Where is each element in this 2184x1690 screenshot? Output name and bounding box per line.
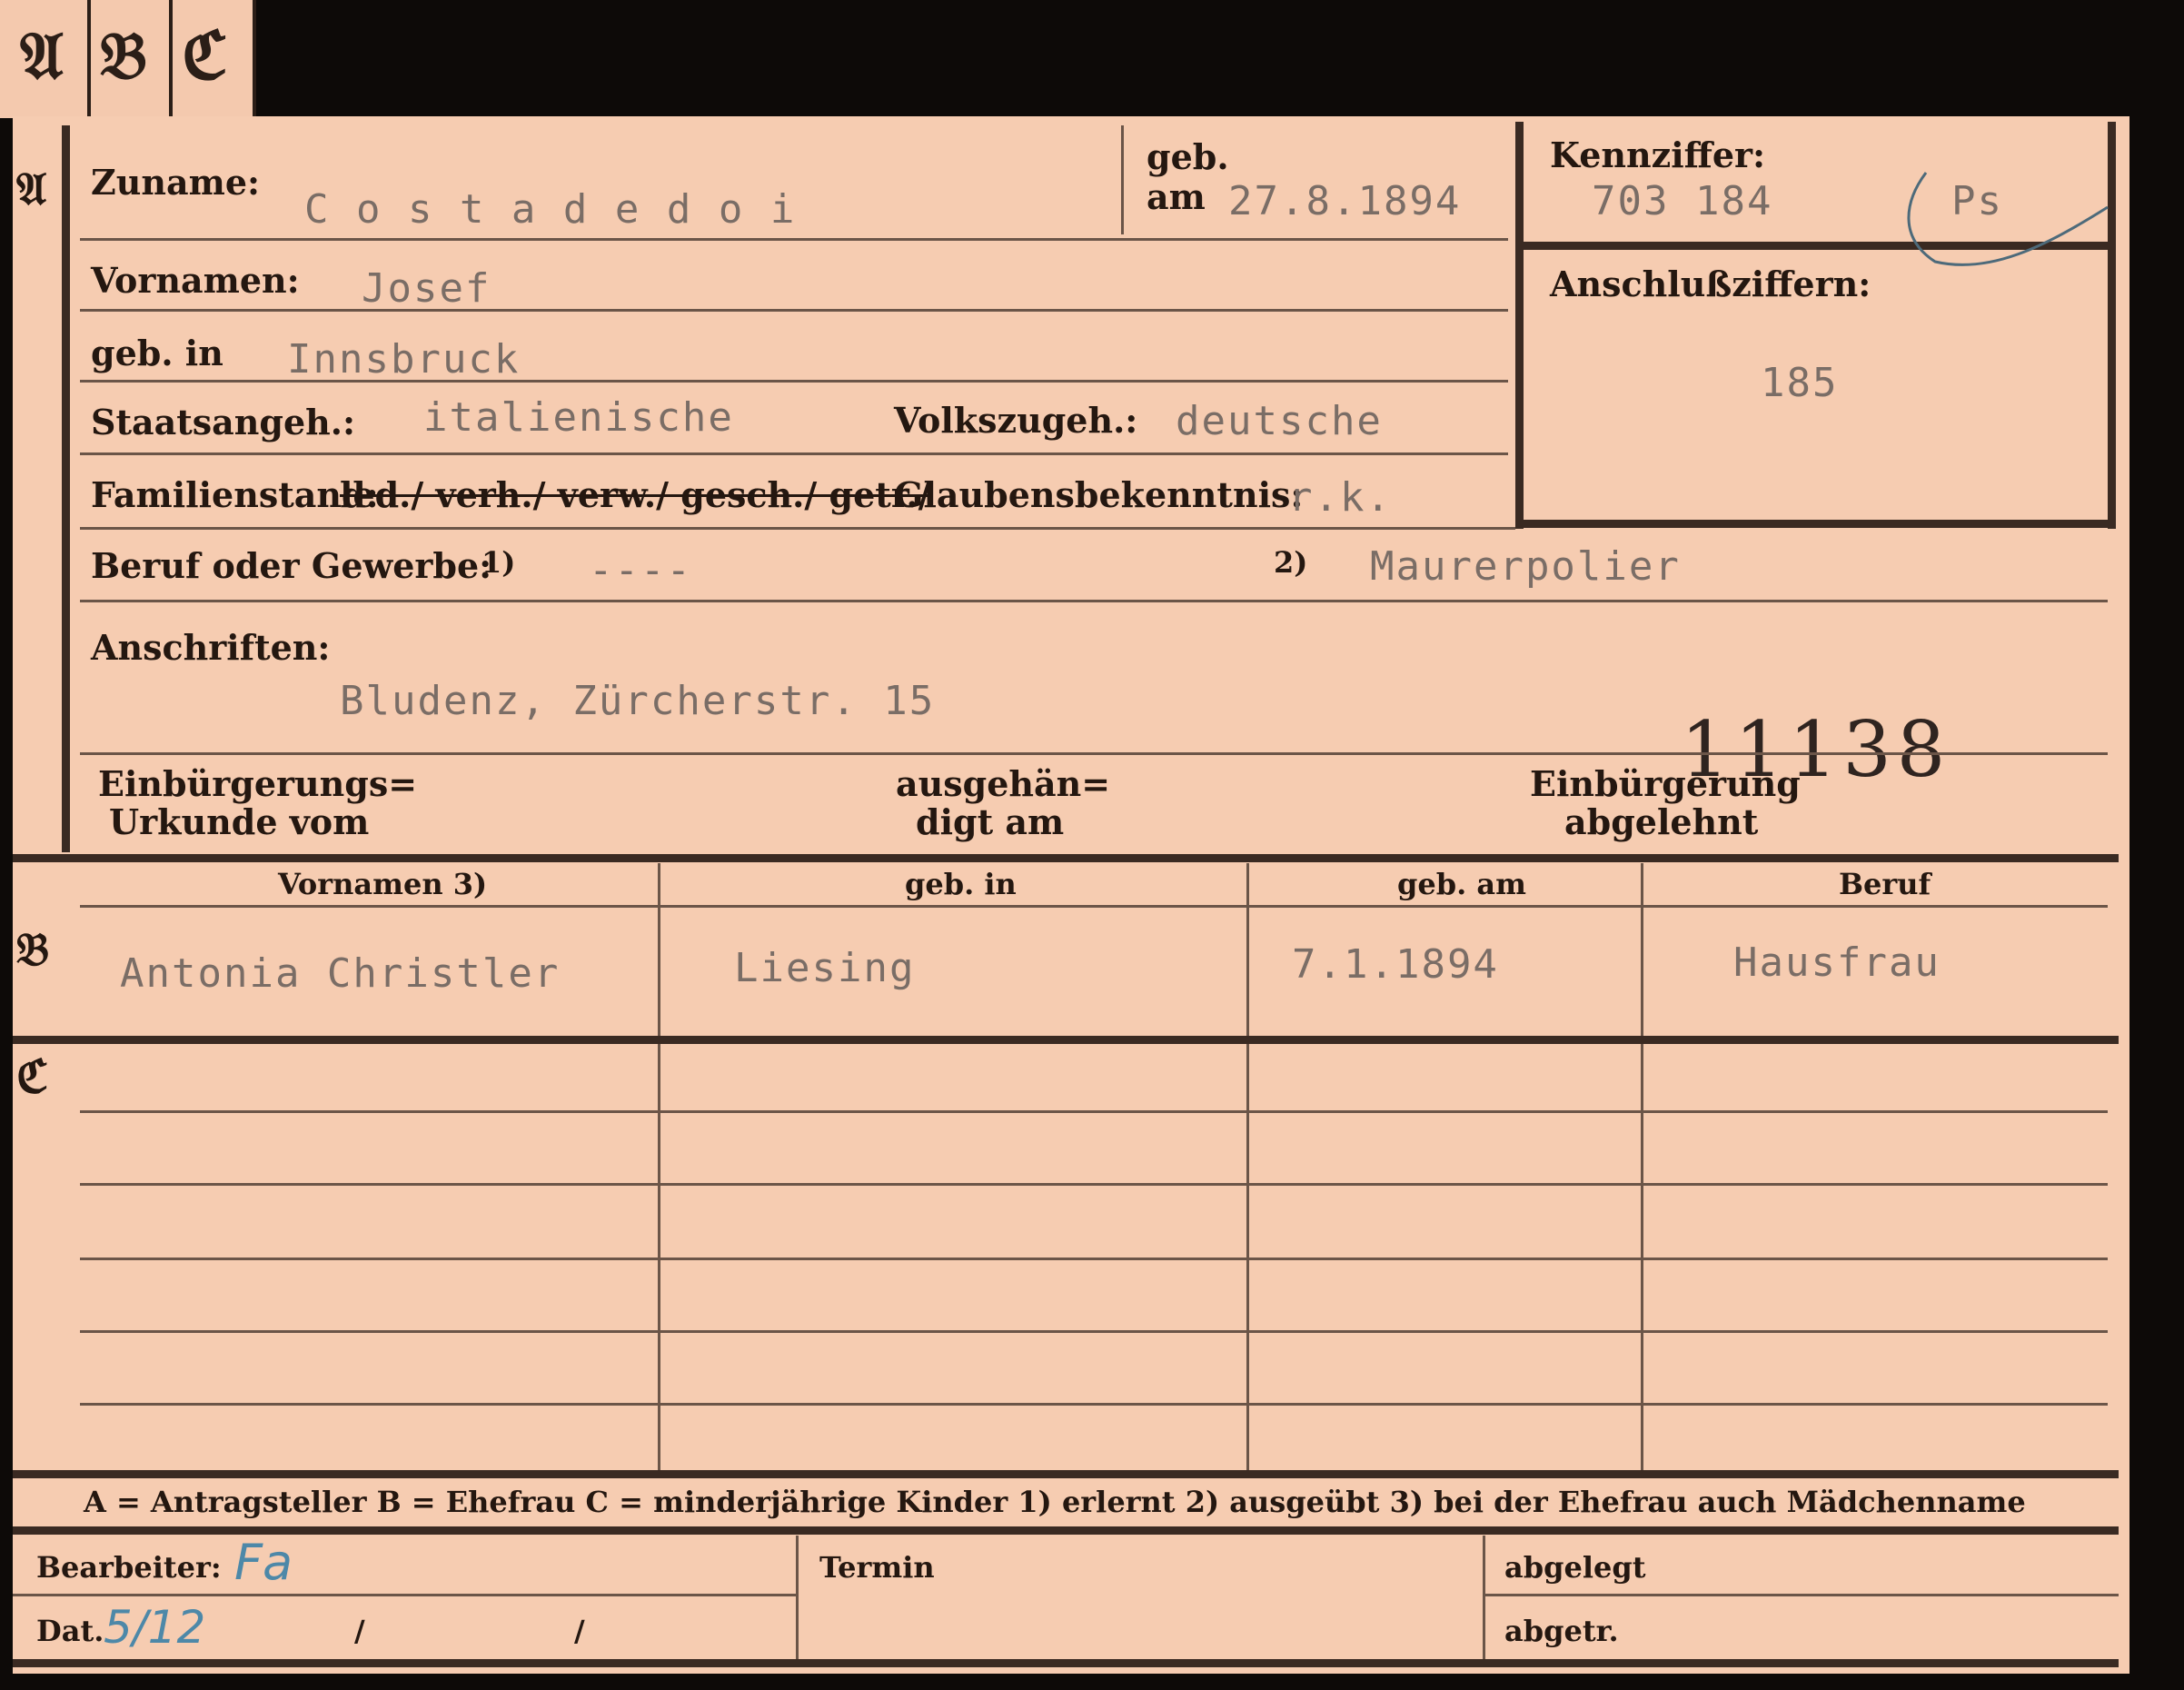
bearbeiter-value: Fa bbox=[234, 1534, 293, 1591]
footer-line bbox=[1483, 1594, 2119, 1596]
anschluss-value: 185 bbox=[1761, 360, 1839, 406]
gebin-value: Innsbruck bbox=[287, 336, 521, 383]
abc-tab-strip: 𝔄 𝔅 ℭ bbox=[0, 0, 256, 118]
section-c-letter: ℭ bbox=[16, 1049, 49, 1103]
dat-slash: / bbox=[574, 1614, 585, 1648]
spouse-beruf: Hausfrau bbox=[1733, 939, 1941, 986]
row-line bbox=[80, 238, 1508, 241]
kennziffer-value: 703 184 bbox=[1592, 178, 1773, 224]
staats-value: italienische bbox=[423, 394, 734, 441]
surname-value: C o s t a d e d o i bbox=[304, 186, 797, 233]
row-line bbox=[80, 527, 1515, 530]
col-header-vornamen: Vornamen 3) bbox=[278, 867, 488, 901]
card-bottom-border bbox=[13, 1659, 2119, 1667]
hand-stroke bbox=[1907, 172, 2109, 266]
abgelegt-label: abgelegt bbox=[1504, 1550, 1646, 1585]
volks-value: deutsche bbox=[1176, 398, 1383, 444]
column-divider bbox=[1641, 863, 1643, 1470]
anschluss-label: Anschlußziffern: bbox=[1550, 263, 1871, 304]
tab-divider bbox=[169, 0, 173, 118]
section-a-letter: 𝔄 bbox=[16, 162, 47, 215]
row-line bbox=[80, 452, 1508, 455]
row-line bbox=[80, 380, 1508, 383]
kennziffer-box-bottom bbox=[1515, 520, 2115, 528]
geb-divider bbox=[1121, 125, 1124, 234]
termin-label: Termin bbox=[819, 1550, 935, 1585]
legend-bottom-border bbox=[13, 1526, 2119, 1535]
tab-letter-c: ℭ bbox=[182, 16, 228, 94]
section-divider-bc bbox=[13, 1036, 2119, 1044]
beruf-value1: ---- bbox=[589, 547, 692, 593]
glaubens-value: r.k. bbox=[1288, 474, 1392, 521]
dat-slash: / bbox=[354, 1614, 365, 1648]
footer-divider bbox=[796, 1536, 799, 1659]
ausgeh-label-1: ausgehän= bbox=[896, 763, 1111, 804]
tab-letter-a: 𝔄 bbox=[20, 16, 64, 94]
anschriften-value: Bludenz, Zürcherstr. 15 bbox=[340, 678, 936, 724]
staats-label: Staatsangeh.: bbox=[91, 402, 356, 442]
abgelehnt-label-1: Einbürgerung bbox=[1530, 763, 1801, 804]
tab-letter-b: 𝔅 bbox=[100, 16, 147, 94]
legend-text: A = Antragsteller B = Ehefrau C = minder… bbox=[84, 1485, 2026, 1519]
row-line bbox=[80, 752, 2108, 755]
vornamen-label: Vornamen: bbox=[91, 260, 300, 301]
gebin-label: geb. in bbox=[91, 333, 223, 373]
geb-label: geb. bbox=[1147, 136, 1229, 177]
legend-top-border bbox=[13, 1470, 2119, 1478]
column-divider bbox=[1246, 863, 1249, 1470]
row-line bbox=[80, 1330, 2108, 1333]
am-label: am bbox=[1147, 176, 1206, 217]
column-divider bbox=[658, 863, 660, 1470]
spouse-gebam: 7.1.1894 bbox=[1292, 941, 1499, 988]
tab-divider bbox=[87, 0, 91, 118]
section-a-spine bbox=[62, 125, 70, 852]
dat-label: Dat. bbox=[36, 1614, 104, 1648]
beruf-note1: 1) bbox=[481, 545, 516, 580]
beruf-value2: Maurerpolier bbox=[1370, 543, 1681, 590]
row-line bbox=[80, 1403, 2108, 1406]
vornamen-value: Josef bbox=[362, 265, 491, 312]
glaubens-label: Glaubensbekenntnis: bbox=[894, 474, 1304, 515]
section-b-letter: 𝔅 bbox=[16, 922, 50, 976]
footer-line bbox=[13, 1594, 796, 1596]
footer-divider bbox=[1483, 1536, 1485, 1659]
bearbeiter-label: Bearbeiter: bbox=[36, 1550, 222, 1585]
surname-label: Zuname: bbox=[91, 162, 261, 203]
anschriften-label: Anschriften: bbox=[91, 627, 331, 668]
familien-label: Familienstand: bbox=[91, 474, 379, 515]
beruf-note2: 2) bbox=[1274, 545, 1308, 580]
kennziffer-label: Kennziffer: bbox=[1550, 134, 1766, 175]
col-header-gebam: geb. am bbox=[1397, 867, 1526, 901]
row-line bbox=[80, 905, 2108, 908]
einb-label-2: Urkunde vom bbox=[109, 801, 370, 842]
volks-label: Volkszugeh.: bbox=[894, 400, 1138, 441]
birthdate-value: 27.8.1894 bbox=[1228, 178, 1462, 224]
col-header-beruf: Beruf bbox=[1839, 867, 1931, 901]
row-line bbox=[80, 600, 2108, 602]
abgelehnt-label-2: abgelehnt bbox=[1564, 801, 1759, 842]
spouse-vornamen: Antonia Christler bbox=[120, 950, 561, 997]
row-line bbox=[80, 1258, 2108, 1260]
row-line bbox=[80, 1110, 2108, 1113]
row-line bbox=[80, 1183, 2108, 1186]
section-divider-ab bbox=[13, 854, 2119, 862]
row-line bbox=[80, 309, 1508, 312]
abgetr-label: abgetr. bbox=[1504, 1614, 1619, 1648]
spouse-gebin: Liesing bbox=[734, 945, 916, 991]
ausgeh-label-2: digt am bbox=[916, 801, 1065, 842]
einb-label-1: Einbürgerungs= bbox=[98, 763, 418, 804]
kennziffer-box-left bbox=[1515, 122, 1524, 529]
col-header-gebin: geb. in bbox=[905, 867, 1017, 901]
familien-options: led./ verh./ verw./ gesch./ getr./ bbox=[340, 474, 931, 515]
beruf-label: Beruf oder Gewerbe: bbox=[91, 545, 492, 586]
dat-value: 5/12 bbox=[104, 1601, 206, 1654]
